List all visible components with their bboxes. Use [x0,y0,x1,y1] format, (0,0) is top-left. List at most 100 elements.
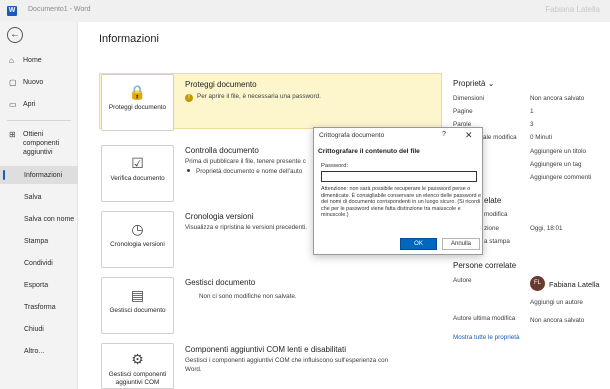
password-label: Password: [321,163,349,169]
manage-com-addins-button-label: Gestisci componenti aggiuntivi COM [108,371,167,386]
inspect-document-button[interactable]: ☑ Verifica documento [101,145,174,202]
nav-item-close[interactable]: Chiudi [0,325,78,334]
home-icon: ⌂ [9,56,14,65]
last-modified-label: modifica [484,211,508,218]
nav-item-new[interactable]: ▢ Nuovo [0,78,78,87]
property-row: Pagine 1 [453,108,610,118]
property-key: Pagine [453,108,473,115]
related-people-title: Persone correlate [453,261,517,270]
manage-document-icon: ▤ [130,287,145,303]
dialog-heading: Crittografare il contenuto del file [318,148,420,155]
manage-com-addins-button[interactable]: ⚙ Gestisci componenti aggiuntivi COM [101,343,174,389]
nav-divider [7,120,71,121]
nav-item-export[interactable]: Esporta [0,281,78,290]
last-modified-by-value: Non ancora salvato [530,317,585,324]
author-avatar: FL [530,276,545,291]
nav-item-label: Ottieni componenti aggiuntivi [23,131,60,156]
related-dates-title: elate [484,196,502,205]
close-icon[interactable]: ✕ [465,130,473,141]
page-title: Informazioni [99,33,159,45]
nav-item-label: Trasforma [24,304,56,311]
nav-item-label: Home [23,57,42,64]
nav-item-label: Altro... [24,348,45,355]
show-all-properties-link[interactable]: Mostra tutte le proprietà [453,334,520,341]
nav-item-label: Apri [23,101,36,108]
com-addins-text: Gestisci i componenti aggiuntivi COM che… [185,357,389,364]
window-title: Documento1 - Word [28,6,91,13]
property-value: Non ancora salvato [530,95,585,102]
last-printed-label: a stampa [484,238,510,245]
nav-item-more[interactable]: Altro... [0,347,78,356]
nav-item-label: Informazioni [24,171,63,179]
inspect-document-bullet-text: Proprietà documento e nome dell'auto [196,168,303,175]
com-addins-text-2: Word. [185,366,202,373]
nav-item-share[interactable]: Condividi [0,259,78,268]
version-history-text: Visualizza e ripristina le versioni prec… [185,224,308,231]
add-author-link[interactable]: Aggiungi un autore [530,299,583,306]
cancel-button[interactable]: Annulla [442,238,480,250]
nav-item-info[interactable]: Informazioni [0,166,78,184]
addins-icon: ⊞ [9,130,16,139]
word-logo-icon: W [7,6,17,16]
dialog-title: Crittografa documento [319,132,385,139]
manage-document-button-label: Gestisci documento [109,307,166,314]
protect-document-status: ! Per aprire il file, è necessaria una pa… [185,93,321,102]
version-history-title: Cronologia versioni [185,212,254,221]
inspect-document-title: Controlla documento [185,146,259,155]
manage-document-title: Gestisci documento [185,278,256,287]
inspect-document-text: Prima di pubblicare il file, tenere pres… [185,158,306,165]
version-history-button[interactable]: ◷ Cronologia versioni [101,211,174,268]
nav-item-save[interactable]: Salva [0,193,78,202]
encrypt-document-dialog: Crittografa documento ? ✕ Crittografare … [313,127,483,255]
property-row: Dimensioni Non ancora salvato [453,95,610,105]
back-arrow-icon[interactable]: ← [7,27,23,43]
inspect-check-icon: ☑ [131,155,144,171]
author-label: Autore [453,277,472,284]
nav-item-save-as[interactable]: Salva con nome [0,215,78,224]
nav-item-label: Chiudi [24,326,44,333]
last-modified-by-label: Autore ultima modifica [453,315,516,322]
property-value: 3 [530,121,534,128]
protect-document-title: Proteggi documento [185,80,257,89]
bullet-dot [187,169,190,172]
nav-item-label: Salva [24,194,42,201]
ok-button[interactable]: OK [400,238,437,250]
nav-item-home[interactable]: ⌂ Home [0,56,78,65]
author-name[interactable]: Fabiana Latella [549,280,600,289]
warning-icon: ! [185,94,193,102]
password-input[interactable] [321,171,477,182]
property-value-title[interactable]: Aggiungere un titolo [530,148,586,155]
manage-document-button[interactable]: ▤ Gestisci documento [101,277,174,334]
title-bar: W Documento1 - Word Fabiana Latella [0,0,610,22]
manage-document-text: Non ci sono modifiche non salvate. [199,293,297,300]
help-icon[interactable]: ? [442,131,446,138]
nav-item-label: Esporta [24,282,49,289]
inspect-document-button-label: Verifica documento [110,175,165,182]
properties-dropdown[interactable]: Proprietà ⌄ [453,79,494,88]
title-user-name[interactable]: Fabiana Latella [545,5,600,14]
created-value: Oggi, 18:01 [530,225,563,232]
nav-item-open[interactable]: ▭ Apri [0,100,78,109]
nav-item-label: Condividi [24,260,53,267]
created-label: zione [484,225,500,232]
nav-item-label: Stampa [24,238,49,245]
protect-document-button[interactable]: 🔒 Proteggi documento [101,74,174,131]
property-key: ale modifica [483,134,517,141]
inspect-document-bullet: Proprietà documento e nome dell'auto [185,168,302,177]
new-document-icon: ▢ [9,78,17,87]
nav-item-label: Salva con nome [24,216,75,223]
protect-document-text: Per aprire il file, è necessaria una pas… [197,93,321,100]
history-clock-icon: ◷ [131,221,144,237]
nav-item-get-addins[interactable]: ⊞ Ottieni componenti aggiuntivi [0,130,78,157]
com-addins-icon: ⚙ [131,351,144,367]
com-addins-title: Componenti aggiuntivi COM lenti e disabi… [185,345,346,354]
nav-item-transform[interactable]: Trasforma [0,303,78,312]
property-value-tag[interactable]: Aggiungere un tag [530,161,581,168]
nav-item-print[interactable]: Stampa [0,237,78,246]
property-value-comments[interactable]: Aggiungere commenti [530,174,591,181]
nav-item-label: Nuovo [23,79,44,86]
property-key: Dimensioni [453,95,485,102]
protect-document-button-label: Proteggi documento [108,104,167,111]
dialog-warning-note: Attenzione: non sarà possibile recuperar… [321,186,482,219]
chevron-down-icon: ⌄ [487,79,495,88]
